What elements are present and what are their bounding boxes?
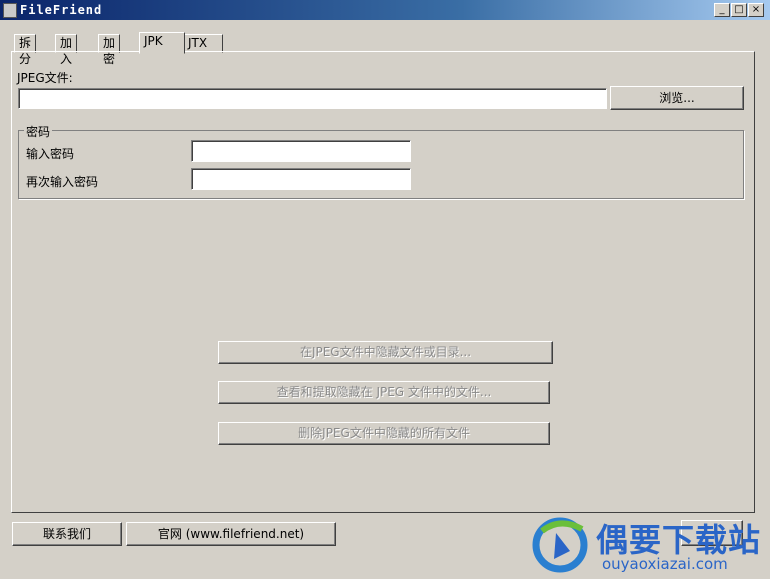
view-extract-button[interactable]: 查看和提取隐藏在 JPEG 文件中的文件... (218, 381, 550, 404)
watermark-url: ouyaoxiazai.com (602, 555, 728, 573)
title-bar: FileFriend _ □ × (0, 0, 770, 20)
website-button[interactable]: 官网 (www.filefriend.net) (126, 522, 336, 546)
maximize-button[interactable]: □ (731, 3, 747, 17)
watermark-logo-icon (532, 517, 588, 573)
enter-password-label: 输入密码 (26, 147, 75, 161)
close-button[interactable]: × (748, 3, 764, 17)
reenter-password-label: 再次输入密码 (26, 175, 99, 189)
jpeg-file-label: JPEG文件: (17, 71, 73, 85)
hide-files-button[interactable]: 在JPEG文件中隐藏文件或目录... (218, 341, 553, 364)
browse-button[interactable]: 浏览... (610, 86, 744, 110)
enter-password-input[interactable] (191, 140, 411, 162)
window-title: FileFriend (20, 3, 103, 17)
jpeg-file-input[interactable] (18, 88, 607, 109)
watermark: 偶要下载站 ouyaoxiazai.com (526, 511, 770, 576)
app-icon (3, 3, 17, 18)
tab-jpk[interactable]: JPK (139, 32, 185, 54)
delete-hidden-button[interactable]: 删除JPEG文件中隐藏的所有文件 (218, 422, 550, 445)
contact-us-button[interactable]: 联系我们 (12, 522, 122, 546)
password-group-title: 密码 (24, 123, 53, 140)
minimize-button[interactable]: _ (714, 3, 730, 17)
reenter-password-input[interactable] (191, 168, 411, 190)
